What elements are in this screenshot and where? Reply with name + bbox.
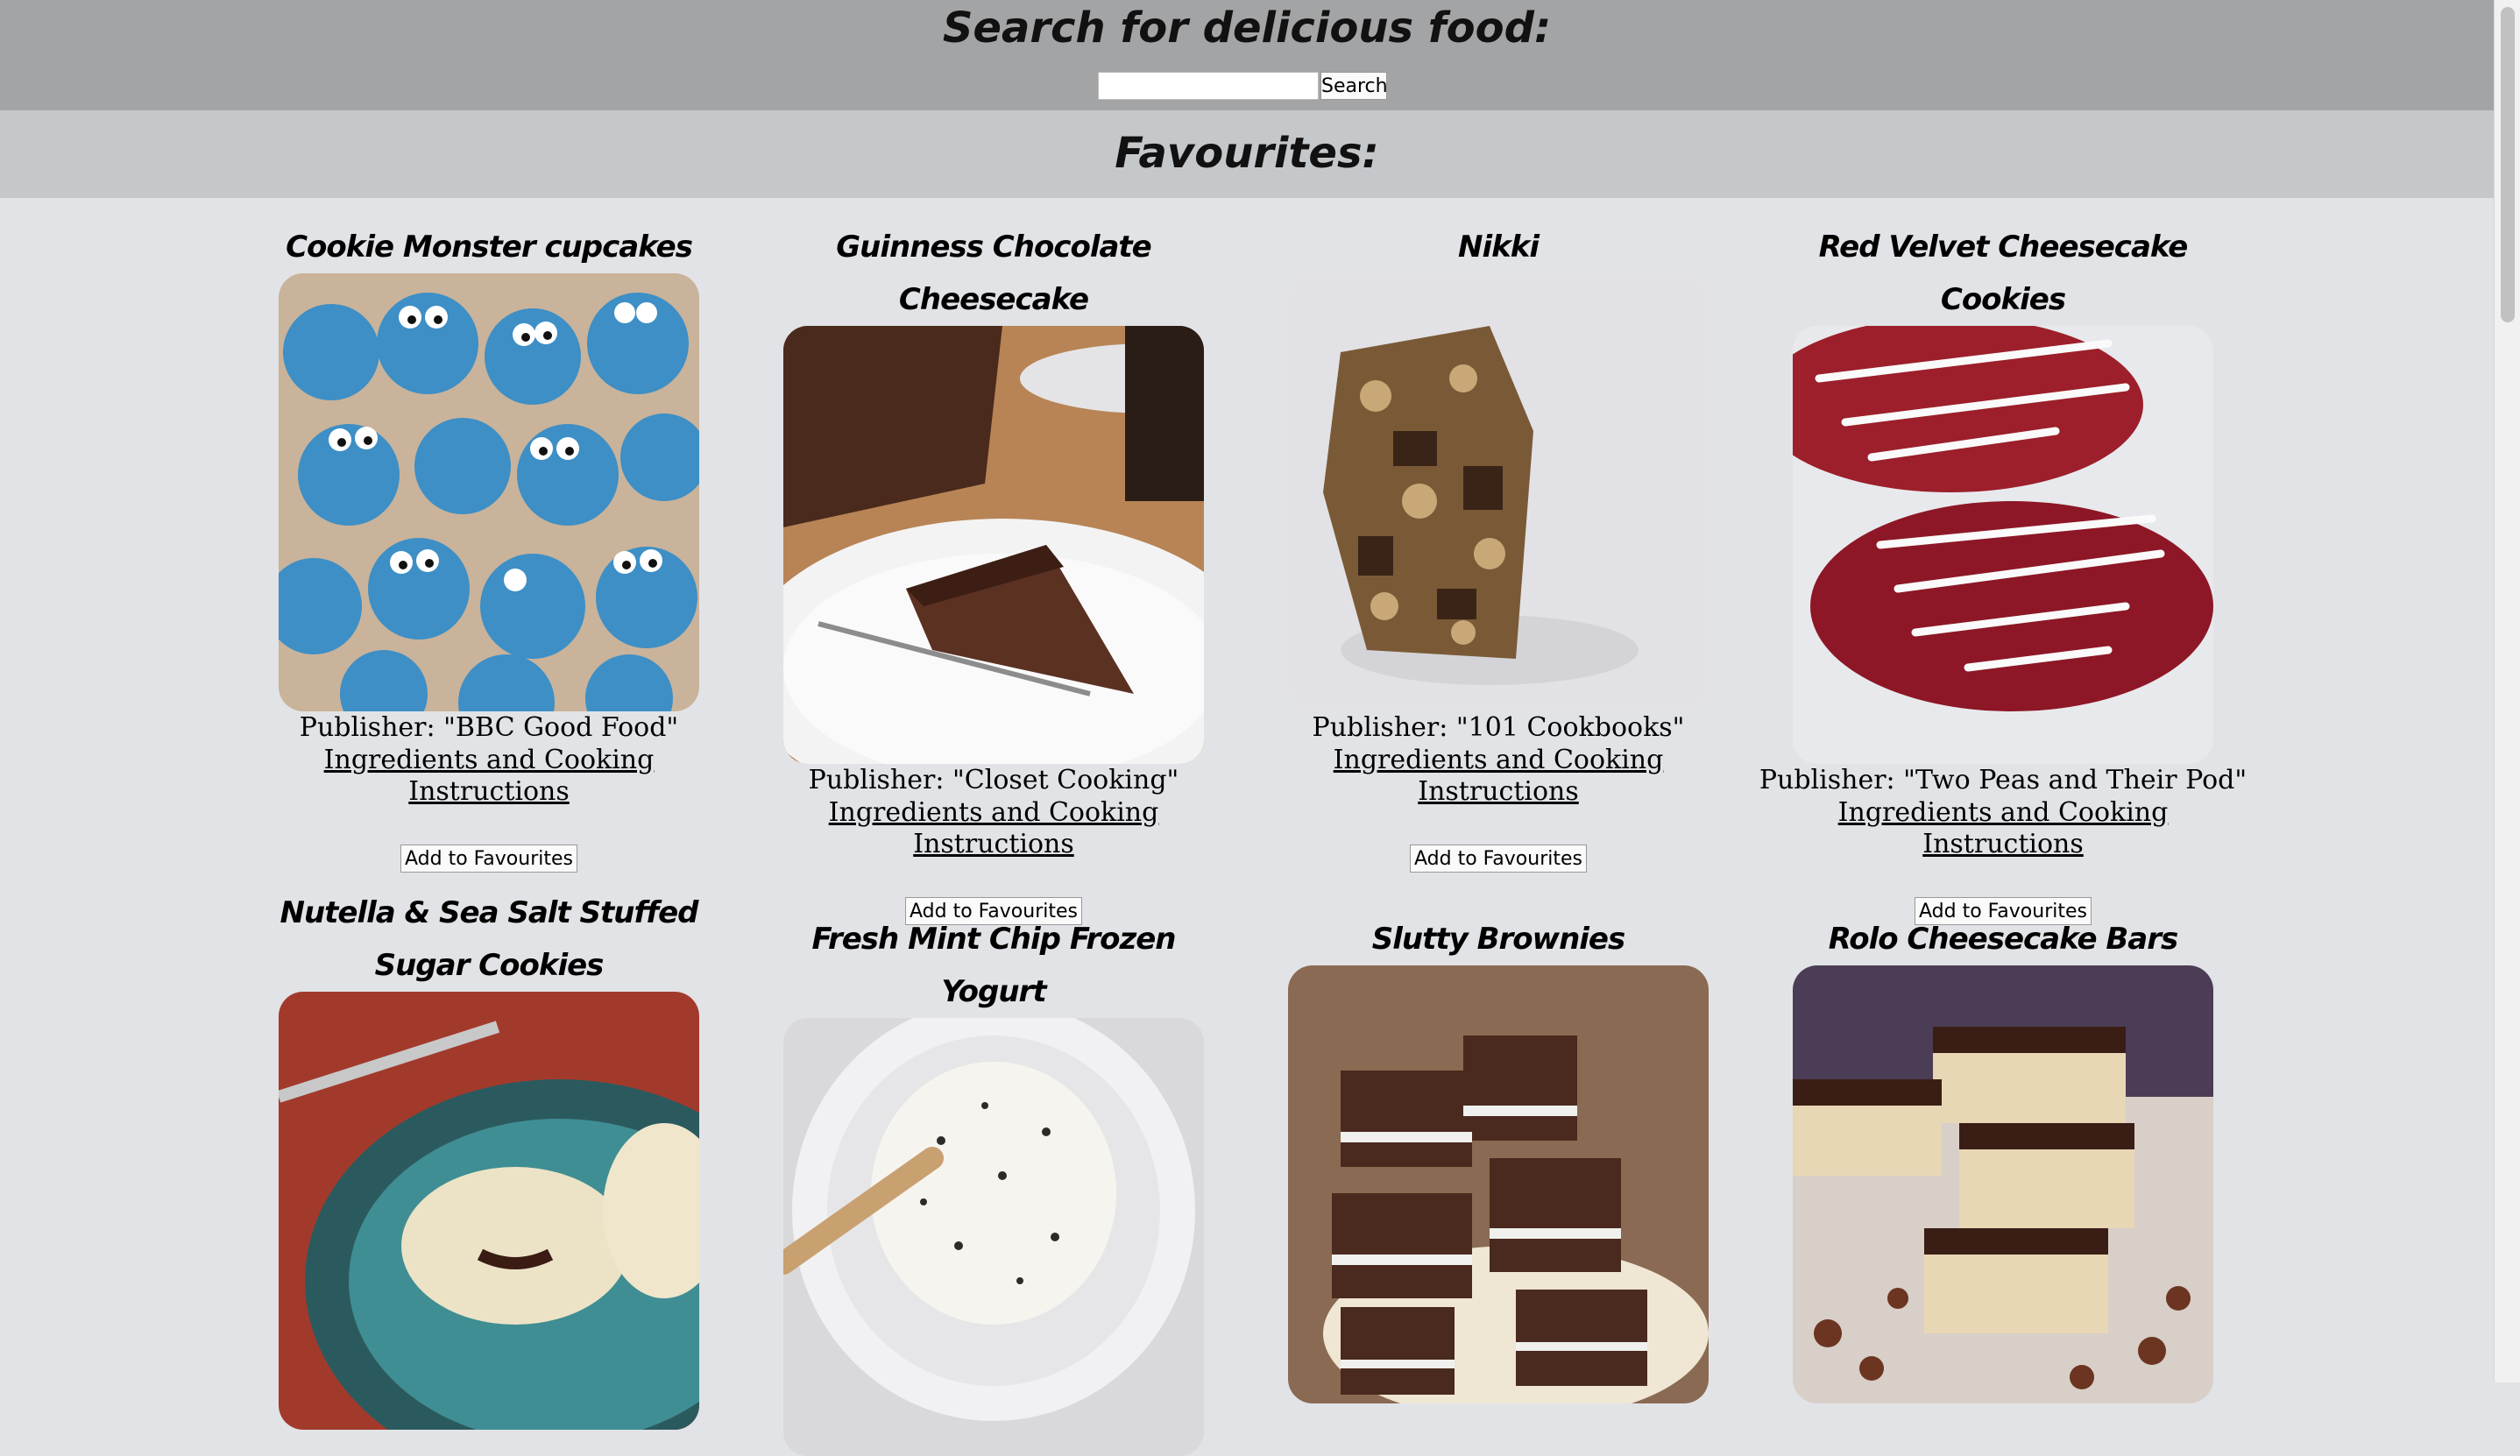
search-form: Search [1098, 72, 1388, 102]
recipe-image[interactable] [1793, 326, 2213, 764]
recipe-title: Red Velvet Cheesecake Cookies [1818, 230, 2189, 317]
recipe-image[interactable] [783, 1018, 1204, 1456]
recipe-image[interactable] [279, 273, 699, 711]
favourites-header: Favourites: [0, 110, 2494, 198]
recipe-title: Nutella & Sea Salt Stuffed Sugar Cookies [280, 895, 699, 983]
recipe-card: Rolo Cheesecake Bars [1793, 913, 2213, 1403]
add-to-favourites-button[interactable]: Add to Favourites [1410, 845, 1587, 873]
recipe-title: Slutty Brownies [1371, 922, 1625, 957]
recipe-title: Fresh Mint Chip Frozen Yogurt [811, 922, 1176, 1009]
recipe-instructions-link[interactable]: Ingredients and Cooking Instructions [748, 797, 1239, 860]
recipe-image[interactable] [1793, 965, 2213, 1403]
search-heading: Search for delicious food: [942, 4, 1552, 53]
page-scrollbar[interactable] [2494, 0, 2520, 1382]
recipe-card: Nutella & Sea Salt Stuffed Sugar Cookies [279, 887, 699, 1430]
recipe-title: Guinness Chocolate Cheesecake [836, 230, 1152, 317]
recipe-publisher: Publisher: "BBC Good Food" [299, 712, 679, 743]
recipe-card: Cookie Monster cupcakes Publisher: "BBC … [279, 221, 699, 873]
recipe-card: Fresh Mint Chip Frozen Yogurt [783, 913, 1204, 1456]
search-header: Search for delicious food: Search [0, 0, 2494, 110]
search-button[interactable]: Search [1320, 72, 1388, 100]
recipe-image[interactable] [783, 326, 1204, 764]
recipe-title: Cookie Monster cupcakes [286, 230, 693, 265]
scrollbar-thumb[interactable] [2501, 7, 2515, 322]
recipe-image[interactable] [279, 992, 699, 1430]
recipe-card: Slutty Brownies [1288, 913, 1709, 1403]
recipe-title: Rolo Cheesecake Bars [1828, 922, 2179, 957]
recipe-image[interactable] [1288, 965, 1709, 1403]
recipe-card: Nikki Publisher: "101 Cookbooks" Ingredi… [1288, 221, 1709, 873]
recipe-instructions-link[interactable]: Ingredients and Cooking Instructions [1253, 745, 1744, 808]
favourites-heading: Favourites: [1115, 129, 1379, 178]
recipe-publisher: Publisher: "Closet Cooking" [808, 765, 1179, 795]
recipe-title: Nikki [1458, 230, 1540, 265]
recipe-instructions-link[interactable]: Ingredients and Cooking Instructions [1758, 797, 2248, 860]
recipe-image[interactable] [1288, 273, 1709, 711]
recipe-instructions-link[interactable]: Ingredients and Cooking Instructions [244, 745, 734, 808]
add-to-favourites-button[interactable]: Add to Favourites [400, 845, 577, 873]
search-input[interactable] [1098, 72, 1319, 100]
recipe-publisher: Publisher: "101 Cookbooks" [1312, 712, 1685, 743]
recipe-publisher: Publisher: "Two Peas and Their Pod" [1759, 765, 2247, 795]
recipe-card: Red Velvet Cheesecake Cookies Publisher:… [1759, 221, 2247, 925]
recipe-card: Guinness Chocolate Cheesecake Publisher:… [783, 221, 1204, 925]
